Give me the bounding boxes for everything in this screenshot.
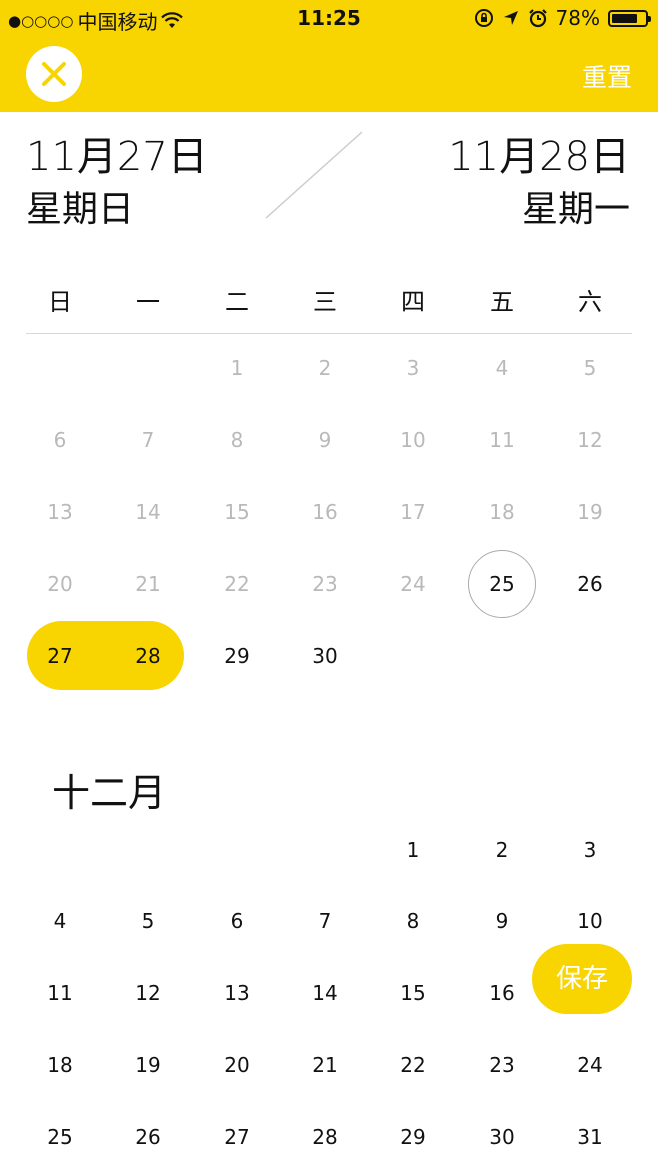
calendar-day[interactable]: 13 [193, 973, 281, 1013]
check-out-date: 11月28日 [448, 134, 630, 180]
calendar-day[interactable]: 15 [193, 492, 281, 532]
calendar-day[interactable]: 6 [16, 420, 104, 460]
check-in-date: 11月27日 [26, 134, 208, 180]
calendar-day[interactable]: 14 [281, 973, 369, 1013]
calendar-day[interactable]: 9 [281, 420, 369, 460]
calendar-day[interactable]: 27 [16, 636, 104, 676]
calendar-day[interactable]: 18 [16, 1045, 104, 1085]
calendar-day[interactable]: 19 [104, 1045, 192, 1085]
top-bar: ●○○○○ 中国移动 11:25 78% 重置 [0, 0, 658, 112]
calendar-day[interactable]: 26 [104, 1117, 192, 1157]
calendar-day[interactable]: 13 [16, 492, 104, 532]
calendar-day[interactable]: 24 [369, 564, 457, 604]
status-bar: ●○○○○ 中国移动 11:25 78% [0, 0, 658, 36]
range-divider [265, 131, 363, 219]
calendar-day[interactable]: 6 [193, 901, 281, 941]
calendar-day[interactable]: 23 [458, 1045, 546, 1085]
calendar-day[interactable]: 29 [369, 1117, 457, 1157]
location-icon [503, 11, 518, 25]
calendar-day[interactable]: 1 [193, 348, 281, 388]
calendar-day[interactable]: 24 [546, 1045, 634, 1085]
save-button[interactable]: 保存 [532, 944, 632, 1014]
battery-fill [612, 13, 637, 23]
calendar-day[interactable]: 18 [458, 492, 546, 532]
weekday-sat: 六 [578, 288, 602, 316]
status-right: 78% [474, 6, 651, 30]
month-title-december: 十二月 [52, 771, 167, 815]
calendar-day[interactable]: 20 [16, 564, 104, 604]
calendar-day[interactable]: 25 [16, 1117, 104, 1157]
calendar-day[interactable]: 30 [458, 1117, 546, 1157]
calendar-day[interactable]: 15 [369, 973, 457, 1013]
calendar-day[interactable]: 28 [281, 1117, 369, 1157]
calendar-day[interactable]: 5 [104, 901, 192, 941]
check-out-weekday: 星期一 [521, 189, 630, 230]
calendar-day[interactable]: 8 [369, 901, 457, 941]
calendar-day[interactable]: 12 [104, 973, 192, 1013]
calendar-day[interactable]: 25 [458, 564, 546, 604]
calendar-day[interactable]: 2 [458, 830, 546, 870]
weekday-divider [26, 333, 632, 334]
calendar-day[interactable]: 21 [281, 1045, 369, 1085]
calendar-day[interactable]: 30 [281, 636, 369, 676]
calendar-day[interactable]: 9 [458, 901, 546, 941]
calendar-day[interactable]: 5 [546, 348, 634, 388]
rotation-lock-icon [474, 9, 493, 27]
calendar-day[interactable]: 27 [193, 1117, 281, 1157]
weekday-fri: 五 [490, 288, 514, 316]
calendar-day[interactable]: 16 [281, 492, 369, 532]
calendar-day[interactable]: 7 [281, 901, 369, 941]
battery-percent: 78% [555, 6, 600, 30]
close-button[interactable] [26, 46, 82, 102]
calendar-day[interactable]: 10 [546, 901, 634, 941]
calendar-day[interactable]: 2 [281, 348, 369, 388]
calendar-day[interactable]: 20 [193, 1045, 281, 1085]
reset-button[interactable]: 重置 [582, 58, 632, 94]
calendar-day[interactable]: 23 [281, 564, 369, 604]
calendar-day[interactable]: 11 [16, 973, 104, 1013]
weekday-wed: 三 [313, 288, 337, 316]
weekday-sun: 日 [48, 288, 72, 316]
calendar-day[interactable]: 14 [104, 492, 192, 532]
calendar-day[interactable]: 1 [369, 830, 457, 870]
battery-icon [608, 9, 651, 27]
calendar-day[interactable]: 17 [369, 492, 457, 532]
calendar-day[interactable]: 21 [104, 564, 192, 604]
calendar-day[interactable]: 7 [104, 420, 192, 460]
weekday-tue: 二 [225, 288, 249, 316]
calendar-day[interactable]: 11 [458, 420, 546, 460]
calendar-day[interactable]: 4 [16, 901, 104, 941]
calendar-day[interactable]: 31 [546, 1117, 634, 1157]
calendar-day[interactable]: 4 [458, 348, 546, 388]
calendar-day[interactable]: 22 [193, 564, 281, 604]
weekday-header: 日 一 二 三 四 五 六 [16, 278, 636, 318]
weekday-thu: 四 [401, 288, 425, 316]
calendar-day[interactable]: 22 [369, 1045, 457, 1085]
calendar-day[interactable]: 12 [546, 420, 634, 460]
close-icon [42, 62, 66, 86]
check-in-weekday: 星期日 [26, 189, 135, 230]
calendar-day[interactable]: 8 [193, 420, 281, 460]
alarm-icon [528, 9, 547, 28]
calendar-day[interactable]: 19 [546, 492, 634, 532]
calendar-day[interactable]: 29 [193, 636, 281, 676]
weekday-mon: 一 [136, 288, 160, 316]
calendar-day[interactable]: 3 [369, 348, 457, 388]
calendar-day[interactable]: 28 [104, 636, 192, 676]
calendar-day[interactable]: 3 [546, 830, 634, 870]
calendar-day[interactable]: 26 [546, 564, 634, 604]
calendar-day[interactable]: 10 [369, 420, 457, 460]
